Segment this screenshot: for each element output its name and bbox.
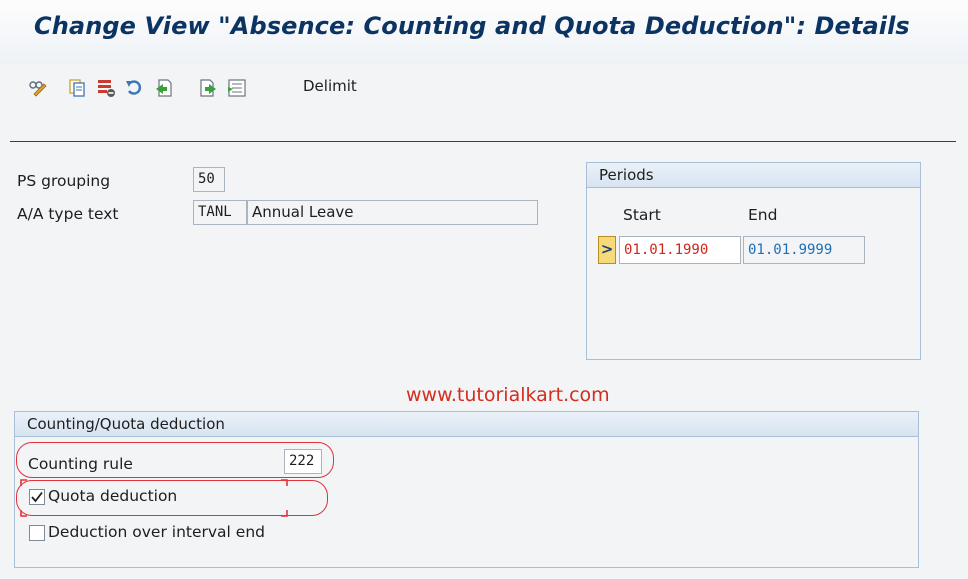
select-all-icon[interactable] bbox=[227, 78, 247, 98]
page-title: Change View "Absence: Counting and Quota… bbox=[34, 12, 910, 40]
undo-icon[interactable] bbox=[125, 78, 145, 98]
deduction-interval-end-label: Deduction over interval end bbox=[48, 523, 265, 541]
end-date-field: 01.01.9999 bbox=[743, 236, 865, 264]
watermark-text: www.tutorialkart.com bbox=[406, 384, 610, 406]
aa-type-text-field: Annual Leave bbox=[247, 200, 538, 225]
divider bbox=[10, 141, 956, 142]
aa-type-label: A/A type text bbox=[17, 205, 119, 223]
start-label: Start bbox=[623, 206, 661, 224]
next-entry-icon[interactable] bbox=[198, 78, 218, 98]
display-change-icon[interactable] bbox=[28, 78, 48, 98]
period-select-button[interactable]: > bbox=[598, 236, 616, 264]
title-bar: Change View "Absence: Counting and Quota… bbox=[0, 0, 968, 64]
counting-quota-header: Counting/Quota deduction bbox=[15, 412, 918, 437]
deduction-interval-end-checkbox[interactable] bbox=[29, 525, 45, 541]
highlight-bracket bbox=[20, 479, 288, 517]
periods-header: Periods bbox=[587, 163, 920, 188]
highlight-oval-counting-rule bbox=[16, 442, 334, 478]
start-date-field[interactable]: 01.01.1990 bbox=[619, 236, 741, 264]
copy-icon[interactable] bbox=[67, 78, 87, 98]
ps-grouping-label: PS grouping bbox=[17, 172, 111, 190]
ps-grouping-field: 50 bbox=[193, 167, 225, 192]
toolbar bbox=[0, 64, 968, 112]
aa-type-code-field: TANL bbox=[193, 200, 247, 225]
delimit-button[interactable]: Delimit bbox=[303, 77, 357, 95]
end-label: End bbox=[748, 206, 778, 224]
previous-entry-icon[interactable] bbox=[154, 78, 174, 98]
delete-icon[interactable] bbox=[96, 78, 116, 98]
